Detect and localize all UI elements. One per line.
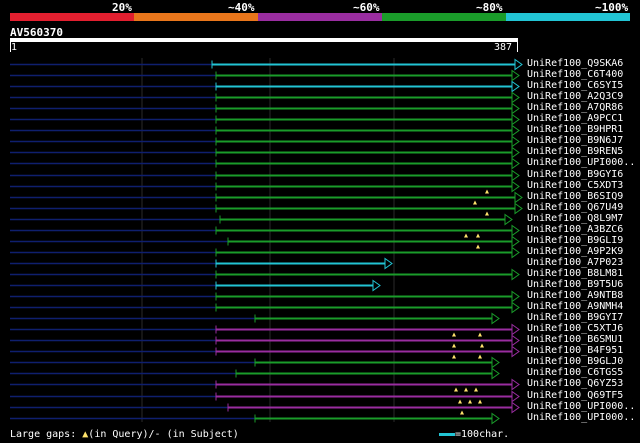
hit-label[interactable]: UniRef100_A9NTB8 bbox=[527, 290, 623, 301]
hit-label[interactable]: UniRef100_B9GYI7 bbox=[527, 312, 623, 323]
query-gap-marker-icon bbox=[485, 189, 489, 194]
hit-label[interactable]: UniRef100_UPI000.. bbox=[527, 157, 635, 168]
hit-end-arrow-icon bbox=[491, 356, 500, 369]
hit-label[interactable]: UniRef100_B9GYI6 bbox=[527, 169, 623, 180]
query-gap-marker-icon bbox=[473, 200, 477, 205]
hit-label[interactable]: UniRef100_C5XDT3 bbox=[527, 180, 623, 191]
query-gap-marker-icon bbox=[480, 343, 484, 348]
hit-label[interactable]: UniRef100_Q9SKA6 bbox=[527, 58, 623, 69]
hit-label[interactable]: UniRef100_C6SYI5 bbox=[527, 80, 623, 91]
query-gap-marker-icon bbox=[476, 244, 480, 249]
hit-label[interactable]: UniRef100_B6SMU1 bbox=[527, 334, 623, 345]
hit-end-arrow-icon bbox=[511, 290, 520, 303]
hit-label[interactable]: UniRef100_UPI000.. bbox=[527, 401, 635, 412]
query-gap-marker-icon bbox=[452, 343, 456, 348]
hit-end-arrow-icon bbox=[511, 246, 520, 259]
footer-scale: =100char. bbox=[439, 429, 509, 440]
hit-label[interactable]: UniRef100_A9NMH4 bbox=[527, 301, 623, 312]
in-subject-label: (in Subject) bbox=[166, 429, 239, 440]
footer-gap-legend: Large gaps: ▲(in Query)/- (in Subject) bbox=[10, 429, 239, 440]
scale-label: =100char. bbox=[455, 429, 510, 440]
hit-label[interactable]: UniRef100_A7P023 bbox=[527, 257, 623, 268]
hit-end-arrow-icon bbox=[514, 202, 523, 215]
hit-end-arrow-icon bbox=[491, 412, 500, 425]
hit-end-arrow-icon bbox=[511, 334, 520, 347]
hit-end-arrow-icon bbox=[511, 345, 520, 358]
query-gap-marker-icon bbox=[478, 332, 482, 337]
hit-end-arrow-icon bbox=[514, 191, 523, 204]
query-gap-marker-icon bbox=[460, 410, 464, 415]
query-gap-marker-icon bbox=[458, 399, 462, 404]
hit-end-arrow-icon bbox=[372, 279, 381, 292]
hit-label[interactable]: UniRef100_Q69TF5 bbox=[527, 390, 623, 401]
hit-label[interactable]: UniRef100_B4F951 bbox=[527, 345, 623, 356]
hit-label[interactable]: UniRef100_C6TGS5 bbox=[527, 367, 623, 378]
hit-label[interactable]: UniRef100_A3BZC6 bbox=[527, 224, 623, 235]
hit-label[interactable]: UniRef100_A9PCC1 bbox=[527, 113, 623, 124]
hit-end-arrow-icon bbox=[511, 69, 520, 82]
query-gap-marker-icon bbox=[478, 354, 482, 359]
hit-end-arrow-icon bbox=[511, 80, 520, 93]
hit-label[interactable]: UniRef100_B9HPR1 bbox=[527, 124, 623, 135]
hit-end-arrow-icon bbox=[511, 378, 520, 391]
hit-end-arrow-icon bbox=[511, 180, 520, 193]
hit-label[interactable]: UniRef100_B8LM81 bbox=[527, 268, 623, 279]
hit-end-arrow-icon bbox=[511, 224, 520, 237]
hit-end-arrow-icon bbox=[511, 113, 520, 126]
query-gap-marker-icon bbox=[452, 354, 456, 359]
hit-label[interactable]: UniRef100_B9GLI9 bbox=[527, 235, 623, 246]
hit-label[interactable]: UniRef100_A7QR86 bbox=[527, 102, 623, 113]
hit-label[interactable]: UniRef100_UPI000.. bbox=[527, 412, 635, 423]
large-gaps-label: Large gaps: bbox=[10, 429, 77, 440]
scale-swatch bbox=[439, 432, 455, 436]
hit-end-arrow-icon bbox=[384, 257, 393, 270]
hit-label[interactable]: UniRef100_B9REN5 bbox=[527, 146, 623, 157]
hit-label[interactable]: UniRef100_A2Q3C9 bbox=[527, 91, 623, 102]
hit-end-arrow-icon bbox=[511, 157, 520, 170]
hit-end-arrow-icon bbox=[511, 146, 520, 159]
hit-label[interactable]: UniRef100_A9P2K9 bbox=[527, 246, 623, 257]
query-gap-marker-icon bbox=[464, 233, 468, 238]
hit-end-arrow-icon bbox=[511, 390, 520, 403]
hit-label[interactable]: UniRef100_B6SIQ9 bbox=[527, 191, 623, 202]
hit-end-arrow-icon bbox=[511, 401, 520, 414]
hit-label[interactable]: UniRef100_B9GLJ0 bbox=[527, 356, 623, 367]
hit-label[interactable]: UniRef100_Q67U49 bbox=[527, 202, 623, 213]
in-query-label: (in Query)/- bbox=[88, 429, 161, 440]
hit-label[interactable]: UniRef100_B9N6J7 bbox=[527, 135, 623, 146]
query-gap-marker-icon bbox=[485, 211, 489, 216]
hit-label[interactable]: UniRef100_B9T5U6 bbox=[527, 279, 623, 290]
hit-label[interactable]: UniRef100_C5XTJ6 bbox=[527, 323, 623, 334]
hit-end-arrow-icon bbox=[511, 91, 520, 104]
hit-end-arrow-icon bbox=[491, 367, 500, 380]
hit-end-arrow-icon bbox=[511, 301, 520, 314]
query-gap-marker-icon bbox=[478, 399, 482, 404]
hit-label[interactable]: UniRef100_Q8L9M7 bbox=[527, 213, 623, 224]
hit-end-arrow-icon bbox=[511, 323, 520, 336]
hit-end-arrow-icon bbox=[491, 312, 500, 325]
hit-end-arrow-icon bbox=[514, 58, 523, 71]
hit-end-arrow-icon bbox=[504, 213, 513, 226]
hit-label[interactable]: UniRef100_Q6YZ53 bbox=[527, 378, 623, 389]
hit-end-arrow-icon bbox=[511, 102, 520, 115]
hit-end-arrow-icon bbox=[511, 124, 520, 137]
query-gap-marker-icon bbox=[464, 387, 468, 392]
hit-end-arrow-icon bbox=[511, 235, 520, 248]
hit-end-arrow-icon bbox=[511, 169, 520, 182]
hit-label[interactable]: UniRef100_C6T400 bbox=[527, 69, 623, 80]
query-gap-marker-icon bbox=[454, 387, 458, 392]
query-gap-marker-icon bbox=[468, 399, 472, 404]
query-gap-marker-icon bbox=[452, 332, 456, 337]
hit-end-arrow-icon bbox=[511, 268, 520, 281]
hit-end-arrow-icon bbox=[511, 135, 520, 148]
query-gap-marker-icon bbox=[476, 233, 480, 238]
query-gap-marker-icon bbox=[474, 387, 478, 392]
